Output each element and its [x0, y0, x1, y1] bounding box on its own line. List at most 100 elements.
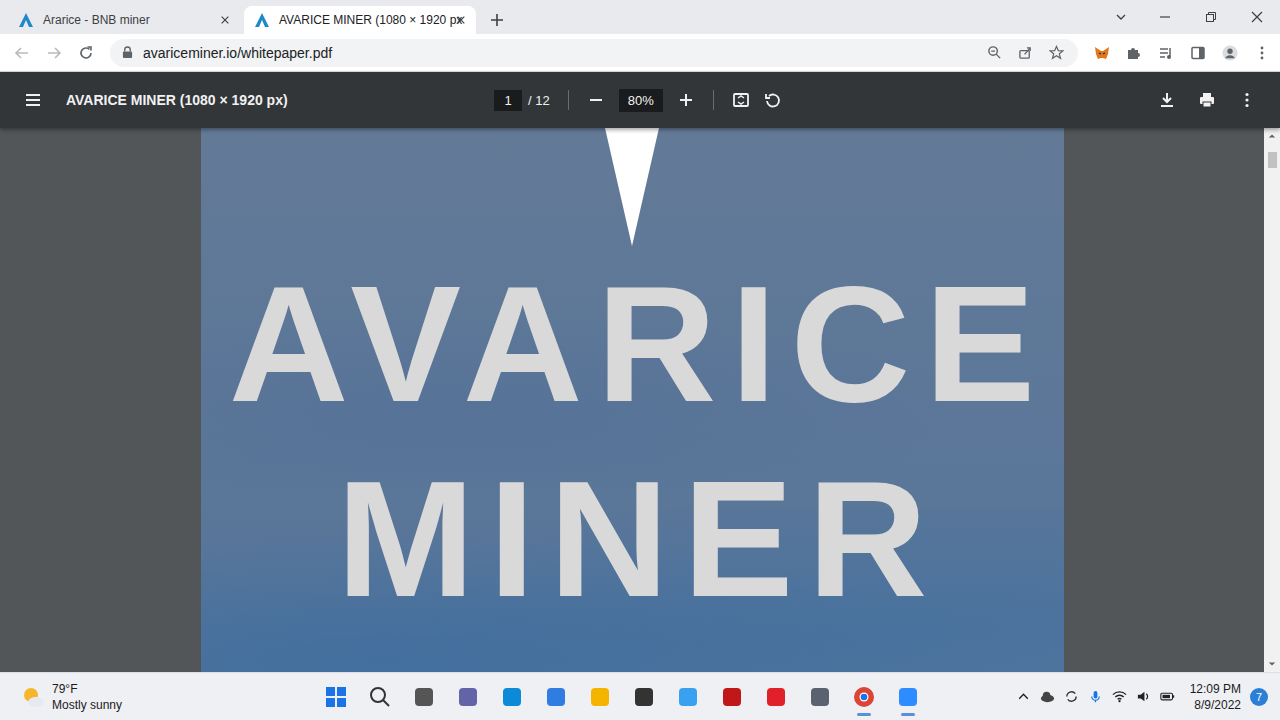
window-controls: [1098, 0, 1280, 34]
taskbar-app[interactable]: [452, 677, 484, 717]
taskbar-app[interactable]: [584, 677, 616, 717]
chrome-icon: [852, 685, 876, 709]
minimize-icon[interactable]: [1142, 10, 1188, 24]
weather-widget[interactable]: 79°FMostly sunny: [20, 681, 320, 713]
notification-badge[interactable]: 7: [1250, 688, 1268, 706]
address-text: avariceminer.io/whitepaper.pdf: [143, 45, 332, 61]
scroll-up-icon[interactable]: [1268, 132, 1276, 140]
more-options-icon[interactable]: [1238, 91, 1256, 109]
forward-icon[interactable]: [46, 45, 62, 61]
taskbar-app[interactable]: [320, 677, 352, 717]
store-icon: [544, 685, 568, 709]
pdf-toolbar: AVARICE MINER (1080 × 1920 px) 1 / 12 80%: [0, 72, 1280, 128]
taskbar-apps: [320, 677, 924, 717]
page-number-field[interactable]: 1: [494, 90, 522, 111]
zoom-icon: [896, 685, 920, 709]
page-count: / 12: [528, 93, 550, 108]
taskbar-app[interactable]: [496, 677, 528, 717]
tab-search-icon[interactable]: [1098, 10, 1142, 24]
show-hidden-icon[interactable]: [1016, 689, 1031, 704]
time: 12:09 PM: [1190, 681, 1241, 697]
extensions-puzzle-icon[interactable]: [1126, 45, 1142, 61]
weather-condition: Mostly sunny: [52, 697, 122, 713]
pdf-viewer: AVARICEMINER: [0, 128, 1280, 672]
mcafee-icon: [720, 685, 744, 709]
metamask-fox-icon[interactable]: [1094, 45, 1110, 61]
taskbar-app[interactable]: [716, 677, 748, 717]
avarice-logo-icon: [18, 12, 34, 28]
scrollbar[interactable]: [1264, 128, 1280, 672]
tab-label: Ararice - BNB miner: [43, 13, 211, 27]
search-icon: [368, 685, 392, 709]
taskbar-app[interactable]: [804, 677, 836, 717]
document-title-line: AVARICE: [215, 246, 1049, 441]
lock-icon[interactable]: [122, 46, 133, 59]
taskbar-app[interactable]: [628, 677, 660, 717]
opera-icon: [764, 685, 788, 709]
profile-avatar-icon[interactable]: [1222, 45, 1238, 61]
tips-icon: [676, 685, 700, 709]
browser-tab[interactable]: Ararice - BNB miner: [8, 6, 240, 34]
zoom-out-icon[interactable]: [587, 91, 605, 109]
sync-icon[interactable]: [1064, 689, 1079, 704]
close-tab-icon[interactable]: [220, 15, 230, 25]
calculator-icon: [808, 685, 832, 709]
scroll-down-icon[interactable]: [1268, 660, 1276, 668]
fit-to-page-icon[interactable]: [732, 91, 750, 109]
taskbar-app[interactable]: [848, 677, 880, 717]
share-icon[interactable]: [1018, 45, 1033, 60]
side-panel-icon[interactable]: [1190, 45, 1206, 61]
close-window-icon[interactable]: [1234, 10, 1280, 24]
print-icon[interactable]: [1198, 91, 1216, 109]
task-view-icon: [412, 685, 436, 709]
download-icon[interactable]: [1158, 91, 1176, 109]
microphone-icon[interactable]: [1088, 689, 1103, 704]
start-icon: [324, 685, 348, 709]
taskbar-app[interactable]: [540, 677, 572, 717]
taskbar-app[interactable]: [364, 677, 396, 717]
avarice-logo-icon: [254, 12, 270, 28]
sidebar-menu-icon[interactable]: [24, 91, 42, 109]
zoom-icon[interactable]: [987, 45, 1002, 60]
app-icon: [632, 685, 656, 709]
scroll-thumb[interactable]: [1268, 152, 1277, 168]
zoom-field[interactable]: 80%: [619, 89, 663, 112]
logo-spike-icon: [605, 128, 659, 246]
wifi-icon[interactable]: [1112, 689, 1127, 704]
chrome-menu-icon[interactable]: [1254, 45, 1270, 61]
pdf-page: AVARICEMINER: [201, 128, 1064, 672]
browser-toolbar: avariceminer.io/whitepaper.pdf: [0, 34, 1280, 72]
bookmark-star-icon[interactable]: [1049, 45, 1064, 60]
media-control-icon[interactable]: [1158, 45, 1174, 61]
address-bar[interactable]: avariceminer.io/whitepaper.pdf: [110, 39, 1078, 67]
temperature: 79°F: [52, 681, 122, 697]
taskbar-app[interactable]: [760, 677, 792, 717]
zoom-in-icon[interactable]: [677, 91, 695, 109]
volume-icon[interactable]: [1136, 689, 1151, 704]
new-tab-icon[interactable]: [490, 13, 504, 27]
document-title-line: MINER: [323, 441, 942, 636]
teams-icon: [456, 685, 480, 709]
back-icon[interactable]: [14, 45, 30, 61]
file-explorer-icon: [588, 685, 612, 709]
tab-strip: Ararice - BNB miner AVARICE MINER (1080 ×…: [0, 0, 1280, 34]
pdf-title: AVARICE MINER (1080 × 1920 px): [66, 92, 288, 108]
restore-icon[interactable]: [1188, 10, 1234, 24]
partly-sunny-icon: [20, 684, 46, 710]
system-tray: 12:09 PM8/9/2022 7: [1016, 681, 1268, 713]
rotate-icon[interactable]: [764, 91, 782, 109]
screen: Ararice - BNB miner AVARICE MINER (1080 ×…: [0, 0, 1280, 720]
date: 8/9/2022: [1194, 697, 1241, 713]
taskbar: 79°FMostly sunny 12:09 PM8/9/2022 7: [0, 672, 1280, 720]
onedrive-cloud-icon[interactable]: [1040, 689, 1055, 704]
clock[interactable]: 12:09 PM8/9/2022: [1190, 681, 1241, 713]
taskbar-app[interactable]: [892, 677, 924, 717]
tab-label: AVARICE MINER (1080 × 1920 px: [279, 13, 447, 27]
taskbar-app[interactable]: [408, 677, 440, 717]
battery-icon[interactable]: [1160, 689, 1175, 704]
edge-icon: [500, 685, 524, 709]
close-tab-icon[interactable]: [456, 15, 466, 25]
reload-icon[interactable]: [78, 45, 94, 61]
browser-tab[interactable]: AVARICE MINER (1080 × 1920 px: [244, 6, 476, 34]
taskbar-app[interactable]: [672, 677, 704, 717]
